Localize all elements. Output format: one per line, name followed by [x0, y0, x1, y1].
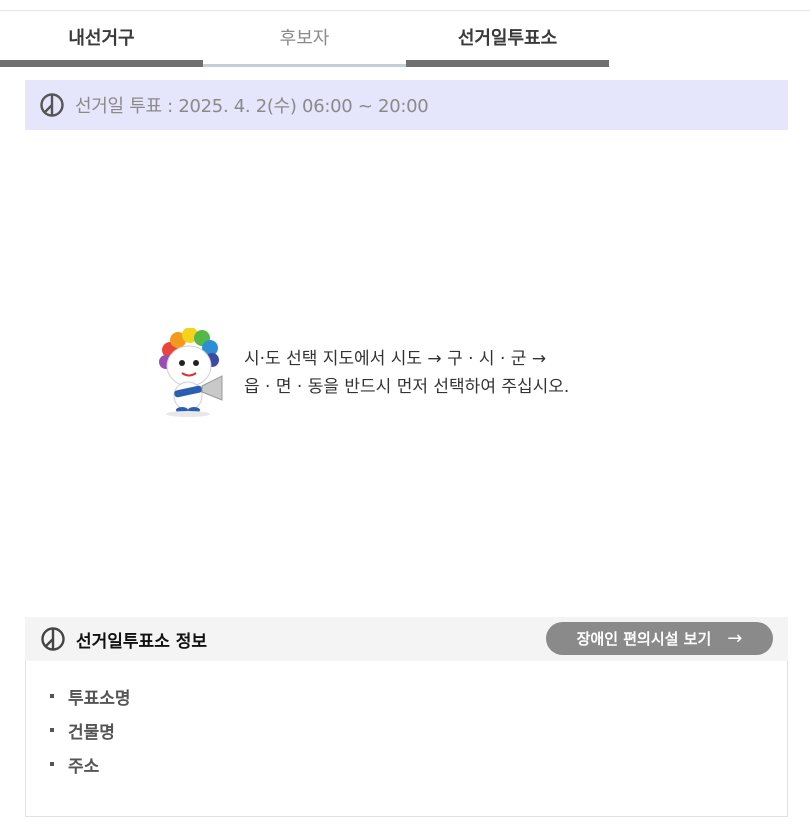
polling-info-body: 투표소명 건물명 주소: [25, 661, 788, 817]
tab-bar: 내선거구 후보자 선거일투표소: [0, 11, 609, 67]
info-item-polling-place: 투표소명: [50, 679, 787, 713]
polling-info-header: 선거일투표소 정보 장애인 편의시설 보기 →: [25, 617, 788, 661]
bullet-icon: [50, 694, 54, 698]
accessibility-facilities-button[interactable]: 장애인 편의시설 보기 →: [546, 622, 773, 655]
notice-text: 시·도 선택 지도에서 시도 → 구 · 시 · 군 → 읍 · 면 · 동을 …: [244, 345, 569, 401]
bullet-icon: [50, 762, 54, 766]
info-item-label: 주소: [68, 756, 100, 777]
voting-date-label: 선거일 투표 : 2025. 4. 2(수) 06:00 ~ 20:00: [75, 96, 429, 117]
info-item-label: 건물명: [68, 722, 115, 743]
ballot-icon: [40, 626, 66, 652]
notice-line-1: 시·도 선택 지도에서 시도 → 구 · 시 · 군 →: [244, 349, 547, 369]
bullet-icon: [50, 728, 54, 732]
tab-my-constituency[interactable]: 내선거구: [0, 11, 203, 67]
tab-election-day-polling[interactable]: 선거일투표소: [406, 11, 609, 67]
info-item-address: 주소: [50, 747, 787, 781]
voting-date-bar: 선거일 투표 : 2025. 4. 2(수) 06:00 ~ 20:00: [25, 80, 788, 130]
info-item-label: 투표소명: [68, 688, 131, 709]
election-mascot-icon: [152, 327, 232, 418]
tab-candidates[interactable]: 후보자: [203, 11, 406, 67]
region-select-notice: 시·도 선택 지도에서 시도 → 구 · 시 · 군 → 읍 · 면 · 동을 …: [152, 327, 569, 418]
notice-line-2: 읍 · 면 · 동을 반드시 먼저 선택하여 주십시오.: [244, 377, 570, 397]
arrow-right-icon: →: [727, 628, 743, 649]
info-item-building: 건물명: [50, 713, 787, 747]
ballot-icon: [39, 92, 65, 118]
polling-info-title: 선거일투표소 정보: [76, 631, 208, 652]
accessibility-button-label: 장애인 편의시설 보기: [576, 630, 712, 648]
